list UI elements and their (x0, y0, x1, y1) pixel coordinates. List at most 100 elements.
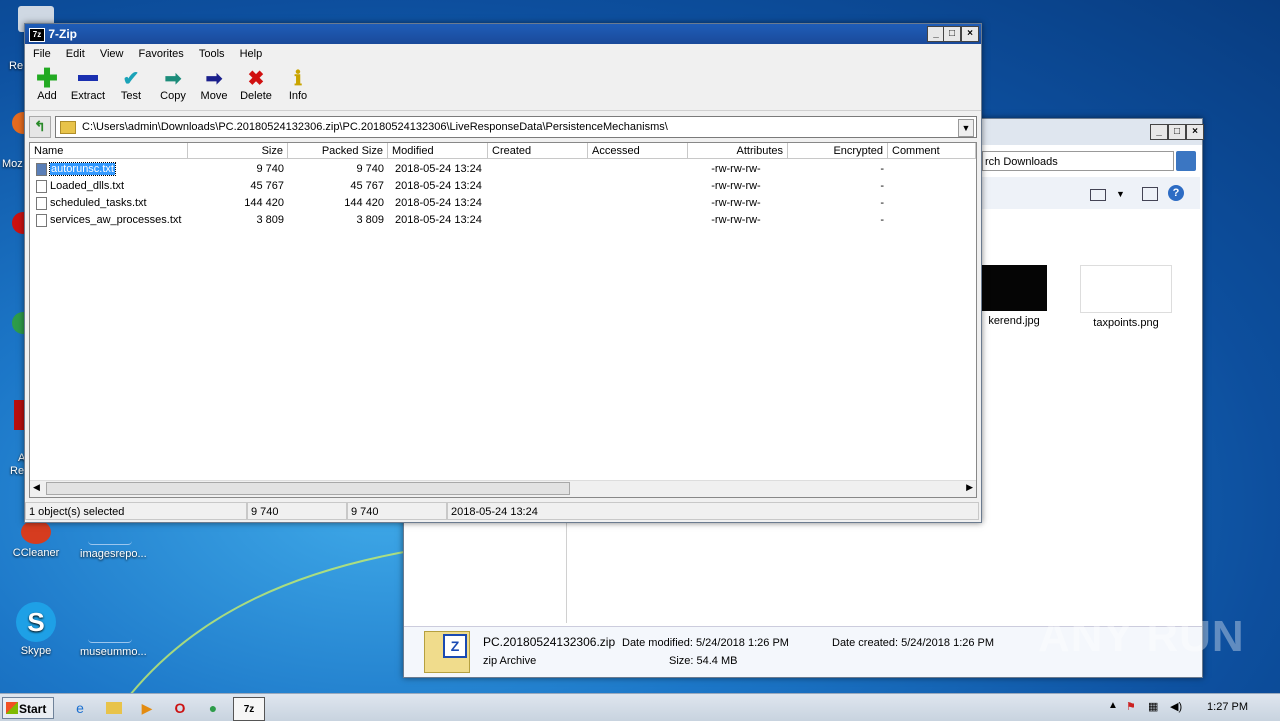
file-encrypted: - (880, 163, 884, 175)
minimize-button[interactable]: _ (1150, 124, 1168, 140)
folder-icon (60, 121, 76, 134)
test-label: Test (120, 90, 142, 102)
search-input[interactable]: rch Downloads (982, 151, 1174, 171)
move-label: Move (200, 90, 228, 102)
desktop-edge-label: Moz (2, 158, 23, 170)
menu-tools[interactable]: Tools (193, 48, 231, 60)
file-encrypted: - (880, 214, 884, 226)
nav-pane-divider (566, 519, 567, 623)
maximize-button[interactable]: □ (1168, 124, 1186, 140)
volume-icon[interactable]: ◀) (1170, 700, 1182, 713)
start-button[interactable]: Start (2, 697, 54, 719)
ccleaner-icon (21, 520, 51, 544)
search-icon[interactable] (1176, 151, 1196, 171)
copy-icon: ➡ (164, 67, 182, 90)
column-header-name[interactable]: Name (30, 143, 188, 159)
desktop-edge-label: Re (10, 465, 25, 477)
scrollbar-thumb[interactable] (46, 482, 570, 495)
column-header-packed-size[interactable]: Packed Size (288, 143, 388, 159)
scroll-right-icon[interactable]: ▶ (966, 482, 973, 493)
maximize-button[interactable]: □ (943, 26, 961, 42)
status-packed: 9 740 (347, 502, 447, 520)
menu-edit[interactable]: Edit (60, 48, 91, 60)
info-button[interactable]: ℹ Info (278, 66, 318, 103)
menu-file[interactable]: File (27, 48, 57, 60)
chevron-up-icon[interactable]: ▲ (1108, 700, 1118, 711)
sevenzip-taskbar-icon[interactable]: 7z (233, 697, 265, 721)
file-name: autorunsc.txt (49, 162, 116, 176)
extract-button[interactable]: Extract (68, 66, 108, 102)
add-label: Add (37, 90, 57, 102)
column-header-attributes[interactable]: Attributes (688, 143, 788, 159)
test-button[interactable]: ✔ Test (111, 66, 151, 103)
column-header-created[interactable]: Created (488, 143, 588, 159)
sevenzip-titlebar[interactable]: 7z 7-Zip _ □ × (25, 24, 981, 44)
table-row[interactable]: services_aw_processes.txt 3 809 3 809 20… (30, 212, 976, 229)
table-row[interactable]: Loaded_dlls.txt 45 767 45 767 2018-05-24… (30, 178, 976, 195)
column-header-comment[interactable]: Comment (888, 143, 976, 159)
menu-help[interactable]: Help (234, 48, 269, 60)
copy-button[interactable]: ➡ Copy (153, 66, 193, 103)
status-size: 9 740 (247, 502, 347, 520)
desktop-icon-label: Skype (20, 645, 52, 657)
delete-label: Delete (240, 90, 272, 102)
move-button[interactable]: ➡ Move (194, 66, 234, 103)
address-bar: ↰ C:\Users\admin\Downloads\PC.2018052413… (29, 116, 977, 138)
help-icon[interactable]: ? (1168, 185, 1184, 201)
menu-view[interactable]: View (94, 48, 130, 60)
desktop-edge-label: Re (9, 60, 24, 72)
scroll-left-icon[interactable]: ◀ (33, 482, 40, 493)
info-label: Info (288, 90, 308, 102)
file-thumbnail-taxpoints[interactable]: taxpoints.png (1076, 265, 1176, 329)
chrome-icon[interactable]: ● (199, 697, 227, 719)
column-header-modified[interactable]: Modified (388, 143, 488, 159)
file-thumbnail-kerend[interactable]: kerend.jpg (979, 265, 1049, 327)
wallpaper-swoosh (129, 549, 416, 696)
ie-icon[interactable]: e (66, 697, 94, 719)
column-header-encrypted[interactable]: Encrypted (788, 143, 888, 159)
extract-label: Extract (70, 90, 106, 102)
network-icon[interactable]: ▦ (1148, 700, 1158, 713)
media-player-icon[interactable]: ▶ (133, 697, 161, 719)
status-selected: 1 object(s) selected (25, 502, 247, 520)
menu-favorites[interactable]: Favorites (133, 48, 190, 60)
preview-pane-icon[interactable] (1142, 187, 1158, 201)
chevron-down-icon[interactable]: ▼ (1116, 189, 1125, 199)
file-attributes: -rw-rw-rw- (711, 197, 761, 209)
file-attributes: -rw-rw-rw- (711, 180, 761, 192)
windows-logo-icon (6, 702, 18, 714)
file-packed-size: 45 767 (350, 180, 384, 192)
delete-button[interactable]: ✖ Delete (236, 66, 276, 103)
clock[interactable]: 1:27 PM (1207, 694, 1248, 721)
add-button[interactable]: ✚ Add (27, 62, 67, 103)
chevron-down-icon[interactable]: ▼ (958, 119, 974, 137)
thumbnail-label: kerend.jpg (988, 315, 1040, 327)
opera-icon[interactable]: O (166, 697, 194, 719)
up-arrow-icon: ↰ (34, 118, 46, 134)
path-input[interactable]: C:\Users\admin\Downloads\PC.201805241323… (55, 116, 977, 138)
file-size: 144 420 (244, 197, 284, 209)
test-icon: ✔ (122, 67, 140, 90)
sevenzip-window[interactable]: 7z 7-Zip _ □ × File Edit View Favorites … (24, 23, 982, 523)
file-packed-size: 3 809 (356, 214, 384, 226)
explorer-folder-icon[interactable] (100, 697, 128, 719)
desktop-icon-skype[interactable]: S Skype (6, 602, 66, 657)
table-row[interactable]: scheduled_tasks.txt 144 420 144 420 2018… (30, 195, 976, 212)
column-header-size[interactable]: Size (188, 143, 288, 159)
column-header-accessed[interactable]: Accessed (588, 143, 688, 159)
desktop-icon-ccleaner[interactable]: CCleaner (6, 520, 66, 559)
file-list[interactable]: Name Size Packed Size Modified Created A… (29, 142, 977, 498)
flag-icon[interactable]: ⚑ (1126, 700, 1136, 713)
add-icon: ✚ (36, 62, 58, 93)
view-options-icon[interactable] (1090, 189, 1106, 201)
toolbar: ✚ Add Extract ✔ Test ➡ Copy ➡ Move ✖ Del… (25, 62, 981, 111)
close-button[interactable]: × (1186, 124, 1204, 140)
table-row[interactable]: autorunsc.txt 9 740 9 740 2018-05-24 13:… (30, 161, 976, 178)
horizontal-scrollbar[interactable]: ◀ ▶ (30, 480, 976, 497)
up-folder-button[interactable]: ↰ (29, 116, 51, 138)
text-file-icon (36, 214, 47, 227)
desktop-icon-label: CCleaner (12, 547, 60, 559)
details-size: Size: 54.4 MB (669, 655, 738, 667)
close-button[interactable]: × (961, 26, 979, 42)
details-filename: PC.20180524132306.zip (483, 635, 616, 649)
